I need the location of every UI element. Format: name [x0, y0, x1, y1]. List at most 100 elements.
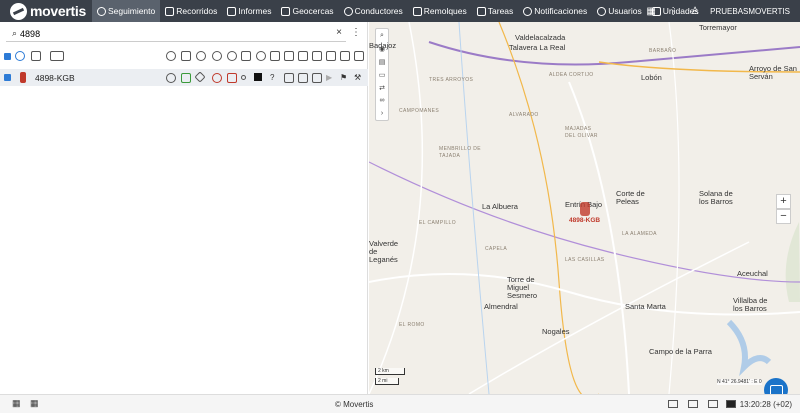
vehicle-row[interactable]: 4898-KGB ? ▶ ⚑ ⚒ — [0, 69, 368, 86]
map-label: EL ROMO — [399, 322, 425, 328]
globe-icon — [97, 6, 106, 16]
map-label: Campo de la Parra — [649, 347, 712, 356]
footer-apps-icon[interactable]: ▦ — [30, 398, 40, 408]
transport-icon[interactable] — [181, 51, 191, 61]
map-layers-icon[interactable]: ▤ — [376, 55, 388, 68]
movertis-logo-icon — [10, 2, 27, 20]
target-icon[interactable] — [196, 51, 206, 61]
map-label: Torre de Miguel Sesmero — [507, 275, 538, 300]
map-expand-icon[interactable]: › — [376, 107, 388, 120]
vehicle-checkbox[interactable] — [4, 74, 11, 81]
color-swatch — [254, 73, 262, 81]
user-icon[interactable]: ♙ — [684, 6, 706, 17]
battery-icon[interactable] — [270, 51, 280, 61]
vehicle-panel: ⌕ × ⋮ 4898-KGB ? — [0, 22, 368, 394]
map-swap-icon[interactable]: ⇄ — [376, 81, 388, 94]
zoom-out-button[interactable]: − — [776, 209, 791, 224]
status-icon[interactable] — [166, 73, 176, 83]
map-route-icon[interactable]: ∞ — [376, 94, 388, 107]
sync-icon[interactable] — [227, 51, 237, 61]
nav-tareas[interactable]: Tareas — [472, 0, 519, 22]
table-icon[interactable] — [312, 51, 322, 61]
play-icon[interactable]: ▶ — [326, 73, 336, 83]
nav-usuarios[interactable]: Usuarios — [592, 0, 647, 22]
swap-icon[interactable] — [284, 73, 294, 83]
top-bar: movertis Seguimiento Recorridos Informes… — [0, 0, 800, 22]
gps-icon[interactable] — [212, 51, 222, 61]
transport-status-icon[interactable] — [181, 73, 191, 83]
sort-list-icon[interactable] — [31, 51, 41, 61]
help-icon[interactable]: ? — [270, 73, 280, 83]
vehicle-map-marker[interactable] — [580, 202, 590, 216]
device-icon[interactable] — [241, 51, 251, 61]
nav-remolques[interactable]: Remolques — [408, 0, 472, 22]
footer-grid-icon[interactable]: ▦ — [12, 398, 22, 408]
checklist-icon — [476, 6, 486, 16]
clear-search-icon[interactable]: × — [336, 27, 342, 38]
map-label: MENBRILLO DE TAJADA — [439, 146, 482, 159]
flag-row-icon[interactable]: ⚑ — [340, 73, 350, 83]
nav-geocercas[interactable]: Geocercas — [276, 0, 338, 22]
brand-logo[interactable]: movertis — [0, 2, 92, 20]
map-label: Solana de los Barros — [699, 189, 733, 206]
refresh-icon[interactable] — [15, 51, 25, 61]
nav-notificaciones[interactable]: Notificaciones — [518, 0, 592, 22]
gps-status-icon[interactable] — [212, 73, 222, 83]
nav-recorridos[interactable]: Recorridos — [160, 0, 222, 22]
map-label: MAJADAS DEL OLIVAR — [565, 126, 598, 139]
map-label: TRES ARROYOS — [429, 77, 474, 83]
map-label: EL CAMPILLO — [419, 220, 457, 226]
map-label: ALVARADO — [509, 112, 539, 118]
signal-icon[interactable] — [227, 73, 237, 83]
top-right-controls: ▦ ⋮ ♙ PRUEBASMOVERTIS — [640, 0, 800, 22]
map-view[interactable]: ⌕ ◉ ▤ ▭ ⇄ ∞ › Badajoz Valdelacalzada Tor… — [369, 22, 800, 394]
speed-icon[interactable] — [256, 51, 266, 61]
map-label: Almendral — [484, 302, 518, 311]
map-label: Santa Marta — [625, 302, 666, 311]
nav-seguimiento[interactable]: Seguimiento — [92, 0, 161, 22]
nav-informes[interactable]: Informes — [222, 0, 276, 22]
zoom-in-button[interactable]: + — [776, 194, 791, 209]
map-label: CAMPOMANES — [399, 108, 440, 114]
document-icon[interactable] — [298, 51, 308, 61]
map-measure-icon[interactable]: ▭ — [376, 68, 388, 81]
brand-name: movertis — [30, 3, 86, 19]
video-icon[interactable] — [326, 51, 336, 61]
map-label: BARBAÑO — [649, 48, 677, 54]
footer-mail-icon[interactable] — [708, 400, 718, 408]
panel-menu-icon[interactable]: ⋮ — [351, 27, 361, 38]
map-label: Nogales — [542, 327, 570, 336]
pentagon-icon — [281, 6, 291, 16]
vehicle-plate: 4898-KGB — [35, 73, 75, 83]
footer-transport-icon[interactable] — [688, 400, 698, 408]
footer-bar: ▦ ▦ © Movertis 13:20:28 (+02) — [0, 394, 800, 413]
export-icon[interactable] — [340, 51, 350, 61]
footer-keyboard-icon[interactable] — [668, 400, 678, 408]
map-label: LAS CASILLAS — [565, 257, 605, 263]
vehicle-status-icon[interactable] — [166, 51, 176, 61]
map-label: Torremayor — [699, 23, 737, 32]
footer-screen-icon[interactable] — [726, 400, 736, 408]
nav-conductores[interactable]: Conductores — [339, 0, 408, 22]
map-coordinates: N 41° 26.9481' : E 0 — [717, 379, 762, 385]
search-bar: ⌕ × — [6, 26, 346, 42]
bar-chart-icon[interactable] — [312, 73, 322, 83]
map-label: LA ALAMEDA — [622, 231, 657, 237]
more-vertical-icon[interactable]: ⋮ — [662, 6, 684, 17]
scale-km: 2 km — [375, 368, 405, 375]
search-input[interactable] — [20, 28, 321, 39]
tools-icon[interactable] — [354, 51, 364, 61]
list-icon[interactable] — [298, 73, 308, 83]
sort-alpha-icon[interactable] — [50, 51, 64, 61]
alarm-icon — [523, 6, 533, 16]
direction-icon[interactable] — [194, 71, 206, 83]
main-nav: Seguimiento Recorridos Informes Geocerca… — [92, 0, 704, 22]
select-all-checkbox[interactable] — [4, 53, 11, 60]
apps-grid-icon[interactable]: ▦ — [640, 6, 662, 17]
username[interactable]: PRUEBASMOVERTIS — [706, 7, 800, 16]
vehicle-car-icon — [20, 72, 26, 83]
scale-mi: 2 mi — [375, 378, 399, 385]
grid-icon[interactable] — [284, 51, 294, 61]
map-label: Valdelacalzada — [515, 33, 566, 42]
wrench-icon[interactable]: ⚒ — [354, 73, 364, 83]
